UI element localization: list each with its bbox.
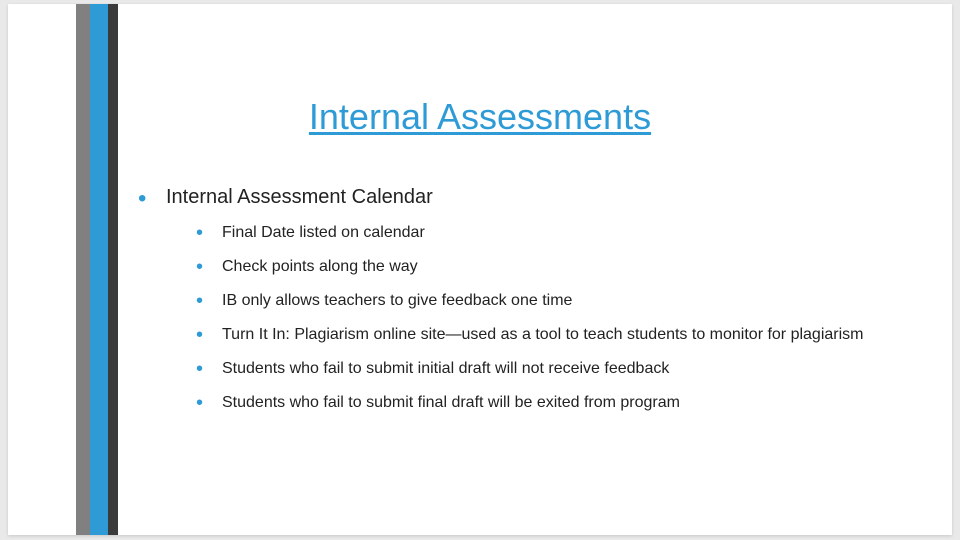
stripe-dark [108, 4, 118, 535]
bullet-level2: Final Date listed on calendar [196, 223, 938, 243]
bullet-level2: IB only allows teachers to give feedback… [196, 291, 938, 311]
accent-stripes [76, 4, 118, 535]
stripe-blue [90, 4, 108, 535]
slide: Internal Assessments Internal Assessment… [8, 4, 952, 535]
bullet-level2-list: Final Date listed on calendar Check poin… [196, 223, 938, 413]
slide-content: Internal Assessment Calendar Final Date … [138, 186, 938, 427]
bullet-level2: Check points along the way [196, 257, 938, 277]
bullet-level2: Students who fail to submit final draft … [196, 393, 938, 413]
bullet-level2: Students who fail to submit initial draf… [196, 359, 938, 379]
bullet-level2: Turn It In: Plagiarism online site—used … [196, 325, 938, 345]
stripe-gray [76, 4, 90, 535]
bullet-level1: Internal Assessment Calendar [138, 186, 938, 209]
slide-title: Internal Assessments [8, 96, 952, 138]
